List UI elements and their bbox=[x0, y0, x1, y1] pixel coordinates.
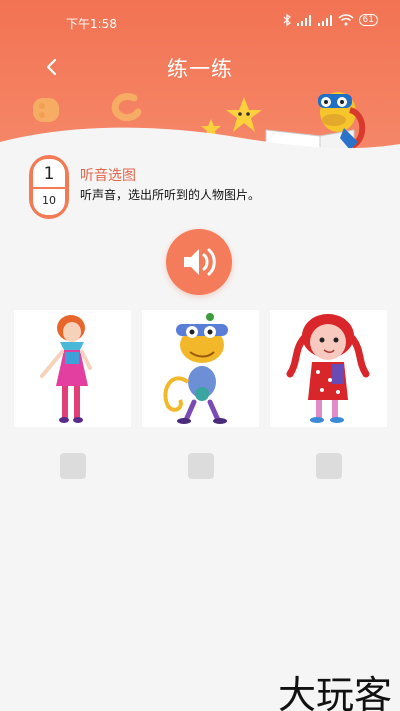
page-title: 练一练 bbox=[167, 57, 233, 81]
option-card-2[interactable] bbox=[142, 310, 259, 427]
option-card-3[interactable] bbox=[270, 310, 387, 427]
red-pigtails-girl-image bbox=[286, 314, 370, 423]
question-type: 听音选图 bbox=[80, 168, 136, 184]
yellow-monkey-character-image bbox=[163, 313, 228, 424]
question-counter: 1 10 bbox=[29, 155, 69, 219]
option-checkbox-1[interactable] bbox=[60, 453, 86, 479]
status-icons: 61 bbox=[283, 14, 378, 26]
play-audio-button[interactable] bbox=[166, 229, 232, 295]
wifi-icon bbox=[338, 14, 354, 26]
signal-icon bbox=[317, 14, 332, 26]
question-instruction: 听声音，选出所听到的人物图片。 bbox=[80, 188, 261, 202]
status-time: 下午1:58 bbox=[66, 17, 117, 31]
bluetooth-icon bbox=[283, 14, 291, 26]
signal-icon bbox=[296, 14, 311, 26]
option-checkbox-2[interactable] bbox=[188, 453, 214, 479]
girl-in-pink-dress-image bbox=[40, 315, 92, 423]
question-current: 1 bbox=[33, 159, 65, 187]
watermark-logo: 大玩客 bbox=[277, 673, 392, 711]
option-checkbox-3[interactable] bbox=[316, 453, 342, 479]
speaker-icon bbox=[184, 248, 216, 276]
question-total: 10 bbox=[33, 189, 65, 215]
battery-icon: 61 bbox=[358, 14, 378, 26]
status-bar: 下午1:58 61 bbox=[0, 0, 400, 42]
option-card-1[interactable] bbox=[14, 310, 131, 427]
